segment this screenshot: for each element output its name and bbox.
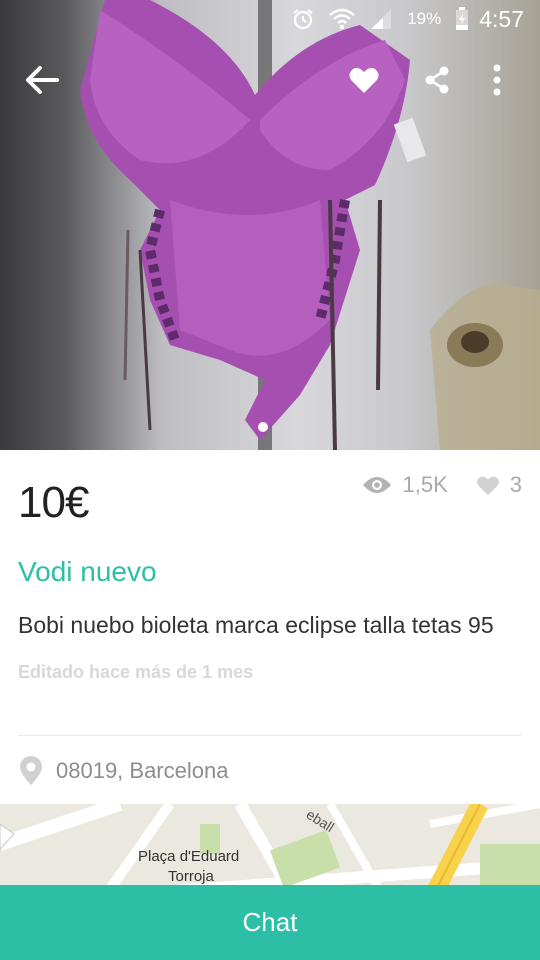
price: 10€ — [18, 478, 89, 527]
heart-small-icon — [476, 475, 499, 495]
likes-count: 3 — [509, 472, 522, 497]
listing-title: Vodi nuevo — [18, 556, 157, 587]
product-detail-screen: 19% 4:57 10€ 1,5K 3 Vodi nuevo Bobi nueb… — [0, 0, 540, 960]
back-arrow-icon — [26, 66, 59, 94]
chat-button[interactable]: Chat — [0, 885, 540, 960]
favorite-button[interactable] — [340, 56, 388, 104]
battery-percent: 19% — [407, 9, 442, 28]
edited-timestamp: Editado hace más de 1 mes — [18, 662, 254, 682]
divider — [18, 735, 522, 736]
more-options-button[interactable] — [473, 56, 521, 104]
back-button[interactable] — [18, 56, 66, 104]
location-pin-icon — [20, 756, 42, 785]
location-text: 08019, Barcelona — [56, 758, 229, 783]
clock: 4:57 — [479, 5, 524, 32]
heart-icon — [349, 67, 379, 93]
views-count: 1,5K — [402, 472, 448, 497]
views-stat: 1,5K — [362, 472, 448, 498]
listing-stats: 1,5K 3 — [362, 472, 522, 498]
share-button[interactable] — [413, 56, 461, 104]
location-row[interactable]: 08019, Barcelona — [18, 756, 228, 786]
more-vert-icon — [493, 64, 501, 96]
likes-stat: 3 — [476, 472, 522, 498]
alarm-icon — [293, 9, 313, 30]
product-photo[interactable]: 19% 4:57 — [0, 0, 540, 450]
wifi-icon — [329, 8, 355, 30]
map-label-line2: Torroja — [168, 868, 214, 885]
signal-icon — [371, 9, 392, 29]
battery-icon — [456, 7, 469, 30]
share-icon — [425, 66, 449, 94]
map-label-line1: Plaça d'Eduard — [138, 848, 240, 865]
chat-label: Chat — [242, 907, 298, 937]
listing-description: Bobi nuebo bioleta marca eclipse talla t… — [18, 612, 494, 638]
eye-icon — [363, 477, 392, 493]
gallery-page-indicator — [258, 422, 268, 432]
status-bar: 19% 4:57 — [0, 0, 540, 38]
